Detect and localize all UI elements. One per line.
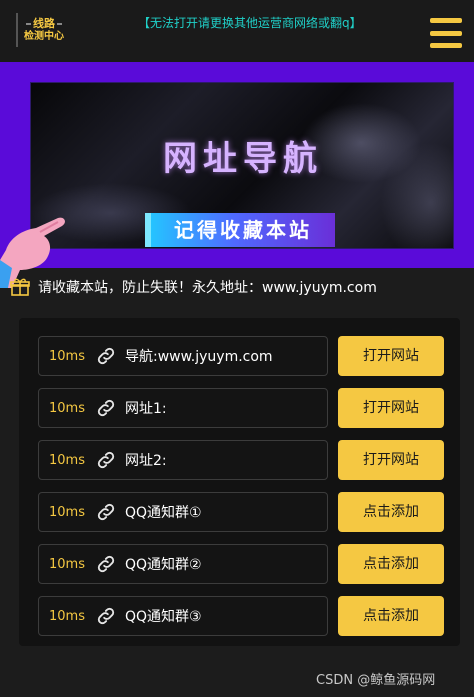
hamburger-menu-icon[interactable] xyxy=(430,18,462,48)
banner-image: 网址导航 记得收藏本站 xyxy=(30,82,454,249)
link-icon xyxy=(97,451,115,469)
banner-title: 网址导航 xyxy=(163,139,323,179)
gift-icon xyxy=(10,278,30,296)
link-icon xyxy=(97,347,115,365)
add-group-button[interactable]: 点击添加 xyxy=(338,492,444,532)
latency-value: 10ms xyxy=(49,556,85,572)
list-item: 10ms QQ通知群② 点击添加 xyxy=(38,544,444,584)
link-label: QQ通知群① xyxy=(125,505,202,521)
open-site-button[interactable]: 打开网站 xyxy=(338,336,444,376)
link-label: QQ通知群③ xyxy=(125,609,202,625)
banner-section: 网址导航 记得收藏本站 xyxy=(0,62,474,288)
link-icon xyxy=(97,399,115,417)
open-site-button[interactable]: 打开网站 xyxy=(338,440,444,480)
link-icon xyxy=(97,555,115,573)
bookmark-notice: 请收藏本站，防止失联！永久地址：www.jyuym.com xyxy=(10,275,377,299)
open-site-button[interactable]: 打开网站 xyxy=(338,388,444,428)
latency-value: 10ms xyxy=(49,452,85,468)
latency-value: 10ms xyxy=(49,504,85,520)
link-list-panel: 10ms 导航:www.jyuym.com 打开网站 10ms 网址1: 打开网… xyxy=(19,318,460,646)
bookmark-text: 请收藏本站，防止失联！永久地址：www.jyuym.com xyxy=(38,280,377,296)
list-item: 10ms QQ通知群① 点击添加 xyxy=(38,492,444,532)
add-group-button[interactable]: 点击添加 xyxy=(338,596,444,636)
list-item: 10ms QQ通知群③ 点击添加 xyxy=(38,596,444,636)
logo[interactable]: 线路 检测中心 xyxy=(16,13,70,47)
link-entry[interactable]: 10ms 导航:www.jyuym.com xyxy=(38,336,328,376)
link-entry[interactable]: 10ms 网址1: xyxy=(38,388,328,428)
link-label: 网址1: xyxy=(125,401,167,417)
add-group-button[interactable]: 点击添加 xyxy=(338,544,444,584)
latency-value: 10ms xyxy=(49,400,85,416)
logo-title: 线路 xyxy=(33,17,55,30)
link-label: QQ通知群② xyxy=(125,557,202,573)
list-item: 10ms 网址1: 打开网站 xyxy=(38,388,444,428)
list-item: 10ms 网址2: 打开网站 xyxy=(38,440,444,480)
banner-subtitle: 记得收藏本站 xyxy=(145,213,335,247)
logo-dash-right xyxy=(57,22,62,25)
network-notice: 【无法打开请更换其他运营商网络或翻q】 xyxy=(138,16,362,30)
latency-value: 10ms xyxy=(49,608,85,624)
link-label: 导航:www.jyuym.com xyxy=(125,349,273,365)
logo-subtitle: 检测中心 xyxy=(24,31,64,42)
link-entry[interactable]: 10ms QQ通知群③ xyxy=(38,596,328,636)
link-entry[interactable]: 10ms QQ通知群② xyxy=(38,544,328,584)
link-icon xyxy=(97,503,115,521)
logo-dash-left xyxy=(26,22,31,25)
list-item: 10ms 导航:www.jyuym.com 打开网站 xyxy=(38,336,444,376)
latency-value: 10ms xyxy=(49,348,85,364)
watermark-text: CSDN @鲸鱼源码网 xyxy=(316,673,436,688)
link-label: 网址2: xyxy=(125,453,167,469)
link-entry[interactable]: 10ms 网址2: xyxy=(38,440,328,480)
link-entry[interactable]: 10ms QQ通知群① xyxy=(38,492,328,532)
top-header: 线路 检测中心 【无法打开请更换其他运营商网络或翻q】 xyxy=(0,0,474,62)
link-icon xyxy=(97,607,115,625)
